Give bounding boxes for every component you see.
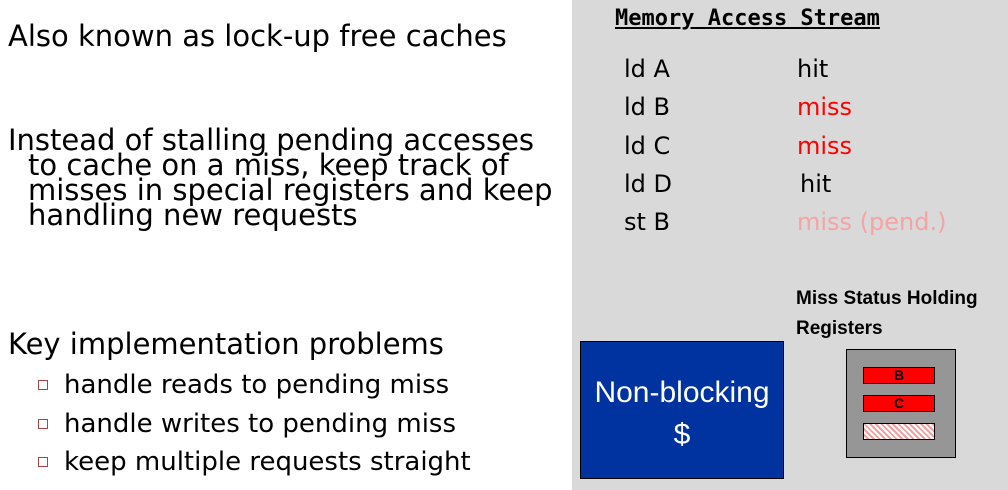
stream-op: ld B bbox=[624, 93, 670, 121]
stream-result: hit bbox=[797, 55, 829, 83]
stream-result: miss bbox=[797, 93, 853, 121]
square-bullet-icon bbox=[38, 379, 48, 390]
description-paragraph: Instead of stalling pending accesses to … bbox=[8, 126, 553, 230]
mshr-label-line: Miss Status Holding bbox=[796, 288, 978, 309]
mshr-label-line: Registers bbox=[796, 318, 883, 339]
stream-result: miss (pend.) bbox=[797, 208, 947, 236]
key-problems-heading: Key implementation problems bbox=[8, 327, 444, 361]
cache-box-line: $ bbox=[673, 418, 691, 451]
bullet-item: keep multiple requests straight bbox=[38, 447, 471, 477]
bullet-text: keep multiple requests straight bbox=[64, 447, 471, 477]
stream-result: hit bbox=[800, 170, 832, 198]
intro-text: Also known as lock-up free caches bbox=[8, 19, 507, 53]
stream-op: ld C bbox=[624, 132, 671, 160]
bullet-text: handle writes to pending miss bbox=[64, 409, 457, 439]
bullet-item: handle reads to pending miss bbox=[38, 370, 449, 400]
mshr-entry: B bbox=[863, 367, 935, 384]
stream-op: ld D bbox=[624, 170, 673, 198]
non-blocking-cache-box: Non-blocking $ bbox=[580, 341, 784, 479]
bullet-text: handle reads to pending miss bbox=[64, 370, 450, 400]
stream-result: miss bbox=[797, 132, 853, 160]
square-bullet-icon bbox=[38, 418, 48, 429]
bullet-item: handle writes to pending miss bbox=[38, 409, 456, 439]
memory-access-stream-title: Memory Access Stream bbox=[615, 6, 880, 31]
mshr-entry-empty bbox=[863, 423, 935, 440]
mshr-label: Miss Status Holding Registers bbox=[796, 284, 978, 344]
mshr-entry: C bbox=[863, 395, 935, 412]
stream-op: st B bbox=[624, 208, 671, 236]
mshr-register-box: B C bbox=[846, 349, 956, 458]
square-bullet-icon bbox=[38, 456, 48, 467]
stream-op: ld A bbox=[624, 55, 670, 83]
cache-box-line: Non-blocking bbox=[594, 376, 770, 409]
